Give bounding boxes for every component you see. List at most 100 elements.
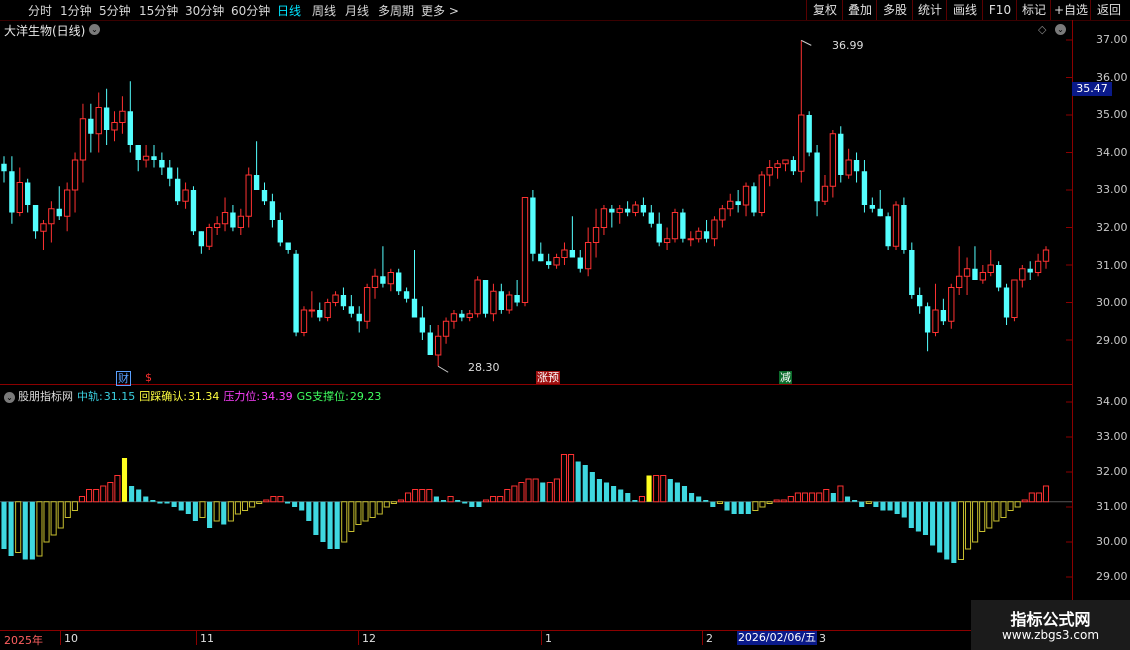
candle-body bbox=[940, 310, 947, 322]
indicator-bar bbox=[256, 501, 263, 504]
indicator-bar bbox=[22, 501, 28, 560]
candle-body bbox=[459, 313, 465, 318]
indicator-bar bbox=[164, 501, 170, 504]
candle-body bbox=[40, 223, 47, 232]
dividend-marker[interactable]: $ bbox=[144, 371, 153, 384]
indicator-bar bbox=[129, 486, 135, 502]
indicator-bar bbox=[355, 501, 362, 525]
watermark-url: www.zbgs3.com bbox=[1001, 628, 1100, 642]
indicator-bar bbox=[192, 501, 198, 521]
candle-body bbox=[198, 231, 205, 247]
indicator-bar bbox=[582, 465, 588, 502]
candle-body bbox=[553, 257, 560, 266]
candle-body bbox=[119, 110, 126, 123]
indicator-bar bbox=[284, 501, 291, 504]
candle-body bbox=[174, 178, 181, 202]
indicator-tick-label: 32.00 bbox=[1096, 465, 1128, 478]
f10-button[interactable]: F10 bbox=[982, 0, 1017, 20]
tab-5min[interactable]: 5分钟 bbox=[99, 2, 131, 19]
indicator-bar bbox=[15, 501, 22, 553]
candle-body bbox=[182, 189, 189, 202]
overlay-button[interactable]: 叠加 bbox=[842, 0, 877, 20]
candle-body bbox=[538, 253, 544, 262]
candle-body bbox=[142, 155, 150, 161]
draw-line-button[interactable]: 画线 bbox=[946, 0, 983, 20]
tab-multi-period[interactable]: 多周期 bbox=[378, 2, 414, 19]
indicator-bar bbox=[689, 493, 695, 502]
candle-body bbox=[380, 276, 386, 284]
tab-more[interactable]: 更多 > bbox=[421, 2, 459, 19]
multi-stock-button[interactable]: 多股 bbox=[876, 0, 913, 20]
indicator-bar bbox=[759, 501, 766, 508]
reduce-holding-marker[interactable]: 减 bbox=[779, 371, 792, 384]
indicator-bar bbox=[986, 501, 993, 529]
indicator-bar bbox=[844, 496, 851, 502]
indicator-bar bbox=[299, 501, 305, 511]
tab-weekly[interactable]: 周线 bbox=[312, 2, 336, 19]
candle-body bbox=[269, 201, 276, 220]
indicator-bar bbox=[462, 501, 468, 504]
candle-body bbox=[592, 227, 600, 243]
candle-body bbox=[995, 265, 1002, 288]
indicator-bar bbox=[362, 501, 369, 522]
candle-body bbox=[1019, 268, 1026, 281]
tab-15min[interactable]: 15分钟 bbox=[139, 2, 178, 19]
tab-timeshare[interactable]: 分时 bbox=[28, 2, 52, 19]
restore-rights-button[interactable]: 复权 bbox=[806, 0, 843, 20]
indicator-bar bbox=[1007, 501, 1014, 511]
indicator-bar bbox=[71, 501, 78, 511]
indicator-tick-label: 34.00 bbox=[1096, 395, 1128, 408]
candle-body bbox=[348, 306, 355, 314]
back-button[interactable]: 返回 bbox=[1090, 0, 1127, 20]
financial-report-marker[interactable]: 财 bbox=[116, 371, 131, 386]
current-price-tag: 35.47 bbox=[1072, 82, 1112, 96]
indicator-bar bbox=[207, 501, 213, 528]
indicator-tick-label: 29.00 bbox=[1096, 570, 1128, 583]
price-tick-label: 34.00 bbox=[1096, 146, 1128, 159]
low-arrow bbox=[437, 365, 449, 373]
candle-body bbox=[798, 114, 805, 172]
date-axis bbox=[0, 631, 1072, 647]
candle-body bbox=[885, 216, 891, 247]
candle-body bbox=[751, 186, 757, 213]
candle-body bbox=[774, 163, 781, 168]
tab-30min[interactable]: 30分钟 bbox=[185, 2, 224, 19]
tab-60min[interactable]: 60分钟 bbox=[231, 2, 270, 19]
indicator-bar bbox=[632, 500, 638, 502]
candle-body bbox=[371, 275, 379, 288]
candle-body bbox=[972, 268, 978, 280]
candle-body bbox=[632, 204, 639, 213]
indicator-bar bbox=[1035, 492, 1042, 503]
indicator-bar bbox=[710, 501, 716, 507]
add-watchlist-button[interactable]: +自选 bbox=[1050, 0, 1091, 20]
indicator-bar bbox=[511, 485, 518, 503]
indicator-bar bbox=[696, 496, 702, 502]
indicator-bar bbox=[376, 501, 383, 515]
indicator-bar bbox=[234, 501, 241, 515]
tab-monthly[interactable]: 月线 bbox=[345, 2, 369, 19]
candle-body bbox=[845, 159, 852, 176]
indicator-bar bbox=[618, 489, 624, 502]
candle-body bbox=[711, 219, 718, 240]
mark-button[interactable]: 标记 bbox=[1016, 0, 1051, 20]
indicator-bar bbox=[143, 496, 149, 502]
candle-body bbox=[948, 287, 955, 322]
indicator-bar bbox=[383, 501, 390, 508]
statistics-button[interactable]: 统计 bbox=[912, 0, 947, 20]
candle-body bbox=[396, 272, 402, 292]
candle-body bbox=[261, 190, 268, 202]
indicator-bar bbox=[426, 489, 433, 503]
tab-daily[interactable]: 日线 bbox=[277, 2, 301, 19]
month-label: 2 bbox=[706, 632, 713, 645]
indicator-bar bbox=[837, 485, 844, 503]
indicator-bar bbox=[859, 501, 865, 507]
indicator-bar bbox=[157, 501, 163, 504]
tab-1min[interactable]: 1分钟 bbox=[60, 2, 92, 19]
candle-body bbox=[300, 309, 308, 333]
forecast-rise-marker[interactable]: 涨预 bbox=[536, 371, 560, 384]
candle-body bbox=[1027, 268, 1033, 273]
candle-body bbox=[821, 185, 829, 202]
indicator-bar bbox=[412, 489, 419, 503]
indicator-bar bbox=[397, 499, 405, 503]
candle-body bbox=[1042, 249, 1050, 262]
